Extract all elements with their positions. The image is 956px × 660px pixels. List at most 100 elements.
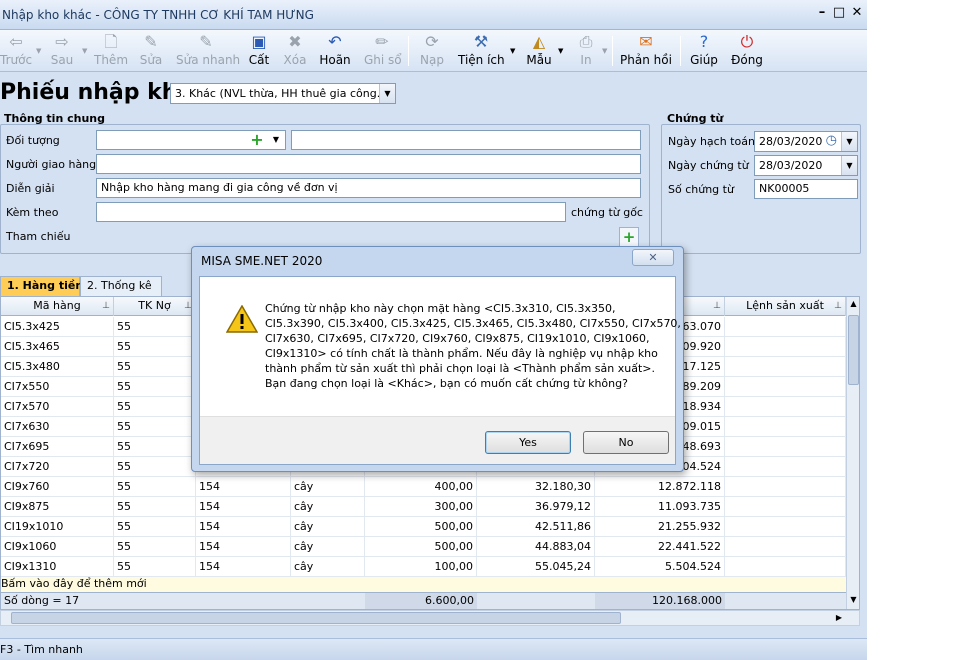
vertical-scrollbar[interactable]: ▲ ▼	[846, 297, 859, 609]
cell-debit[interactable]: 55	[114, 457, 196, 477]
utilities-button[interactable]: ⚒ Tiện ích ▼	[458, 30, 515, 72]
load-button[interactable]: ⟳ Nạp	[418, 30, 446, 72]
close-window-button[interactable]: ✕	[850, 5, 864, 21]
cell-amount[interactable]: 11.093.735	[595, 497, 725, 517]
pin-icon[interactable]: ⊥	[713, 297, 721, 315]
cell-credit[interactable]: 154	[196, 477, 291, 497]
cell-price[interactable]: 42.511,86	[477, 517, 595, 537]
cell-debit[interactable]: 55	[114, 417, 196, 437]
cell-price[interactable]: 44.883,04	[477, 537, 595, 557]
cell-credit[interactable]: 154	[196, 497, 291, 517]
cell-unit[interactable]: cây	[291, 557, 365, 577]
voucher-no-input[interactable]: NK00005	[754, 179, 858, 199]
cell-debit[interactable]: 55	[114, 537, 196, 557]
dialog-close-button[interactable]: ✕	[632, 249, 674, 266]
back-button[interactable]: ⇦ Trước ▼	[0, 30, 41, 72]
cell-order[interactable]	[725, 437, 846, 457]
chevron-down-icon[interactable]: ▼	[841, 132, 857, 151]
vertical-scroll-thumb[interactable]	[848, 315, 859, 385]
deliverer-input[interactable]	[96, 154, 641, 174]
cell-credit[interactable]: 154	[196, 517, 291, 537]
cell-price[interactable]: 55.045,24	[477, 557, 595, 577]
cell-code[interactable]: CI9x1310	[1, 557, 114, 577]
table-row[interactable]: CI9x760 55 154 cây 400,00 32.180,30 12.872.118	[1, 477, 846, 497]
cell-order[interactable]	[725, 337, 846, 357]
cell-amount[interactable]: 12.872.118	[595, 477, 725, 497]
cell-debit[interactable]: 55	[114, 557, 196, 577]
cell-order[interactable]	[725, 397, 846, 417]
cell-debit[interactable]: 55	[114, 337, 196, 357]
cell-qty[interactable]: 400,00	[365, 477, 477, 497]
cell-unit[interactable]: cây	[291, 477, 365, 497]
save-button[interactable]: ▣ Cất	[246, 30, 272, 72]
edit-button[interactable]: ✎ Sửa	[137, 30, 165, 72]
clock-icon[interactable]: ◷	[826, 133, 837, 149]
cell-debit[interactable]: 55	[114, 517, 196, 537]
cell-unit[interactable]: cây	[291, 537, 365, 557]
template-button[interactable]: ◭ Mẫu ▼	[524, 30, 563, 72]
cell-credit[interactable]: 154	[196, 557, 291, 577]
cell-order[interactable]	[725, 417, 846, 437]
horizontal-scrollbar[interactable]: ▶	[0, 610, 860, 626]
cell-debit[interactable]: 55	[114, 317, 196, 337]
header-production-order[interactable]: Lệnh sản xuất ⊥	[725, 297, 846, 316]
quick-edit-button[interactable]: ✎ Sửa nhanh	[176, 30, 240, 72]
horizontal-scroll-thumb[interactable]	[11, 612, 621, 624]
undo-button[interactable]: ↶ Hoãn	[318, 30, 352, 72]
cell-unit[interactable]: cây	[291, 497, 365, 517]
cell-debit[interactable]: 55	[114, 437, 196, 457]
cell-code[interactable]: CI9x1060	[1, 537, 114, 557]
yes-button[interactable]: Yes	[485, 431, 571, 454]
posting-date-input[interactable]: 28/03/2020 ◷ ▼	[754, 131, 858, 152]
scroll-down-icon[interactable]: ▼	[847, 595, 859, 604]
cell-code[interactable]: CI7x630	[1, 417, 114, 437]
cell-order[interactable]	[725, 317, 846, 337]
cell-code[interactable]: CI7x720	[1, 457, 114, 477]
cell-code[interactable]: CI7x550	[1, 377, 114, 397]
cell-price[interactable]: 32.180,30	[477, 477, 595, 497]
cell-code[interactable]: CI5.3x480	[1, 357, 114, 377]
cell-order[interactable]	[725, 497, 846, 517]
cell-code[interactable]: CI7x570	[1, 397, 114, 417]
help-button[interactable]: ? Giúp	[688, 30, 720, 72]
cell-qty[interactable]: 300,00	[365, 497, 477, 517]
maximize-button[interactable]: □	[832, 5, 846, 21]
scroll-right-icon[interactable]: ▶	[833, 611, 845, 625]
delete-button[interactable]: ✖ Xóa	[282, 30, 308, 72]
cell-code[interactable]: CI9x760	[1, 477, 114, 497]
cell-code[interactable]: CI7x695	[1, 437, 114, 457]
no-button[interactable]: No	[583, 431, 669, 454]
forward-button[interactable]: ⇨ Sau ▼	[46, 30, 88, 72]
feedback-button[interactable]: ✉ Phản hồi	[620, 30, 672, 72]
chevron-down-icon[interactable]: ▼	[268, 131, 284, 149]
tab-items[interactable]: 1. Hàng tiền	[0, 276, 83, 296]
pin-icon[interactable]: ⊥	[834, 297, 842, 315]
minimize-button[interactable]: –	[815, 5, 829, 21]
table-row[interactable]: CI19x1010 55 154 cây 500,00 42.511,86 21.255.9…	[1, 517, 846, 537]
post-button[interactable]: ✏ Ghi sổ	[364, 30, 402, 72]
cell-code[interactable]: CI5.3x465	[1, 337, 114, 357]
voucher-date-input[interactable]: 28/03/2020 ▼	[754, 155, 858, 176]
voucher-type-select[interactable]: 3. Khác (NVL thừa, HH thuê gia công... ▼	[170, 83, 396, 104]
tab-statistics[interactable]: 2. Thống kê	[80, 276, 162, 296]
cell-amount[interactable]: 21.255.932	[595, 517, 725, 537]
cell-order[interactable]	[725, 457, 846, 477]
cell-qty[interactable]: 100,00	[365, 557, 477, 577]
table-row[interactable]: CI9x1060 55 154 cây 500,00 44.883,04 22.441.52…	[1, 537, 846, 557]
cell-price[interactable]: 36.979,12	[477, 497, 595, 517]
table-row[interactable]: CI9x1310 55 154 cây 100,00 55.045,24 5.504.524	[1, 557, 846, 577]
cell-credit[interactable]: 154	[196, 537, 291, 557]
cell-amount[interactable]: 22.441.522	[595, 537, 725, 557]
cell-debit[interactable]: 55	[114, 397, 196, 417]
add-reference-icon[interactable]: +	[619, 227, 639, 247]
cell-order[interactable]	[725, 557, 846, 577]
add-new-row[interactable]: Bấm vào đây để thêm mới	[1, 577, 846, 592]
cell-unit[interactable]: cây	[291, 517, 365, 537]
cell-code[interactable]: CI19x1010	[1, 517, 114, 537]
cell-amount[interactable]: 5.504.524	[595, 557, 725, 577]
cell-debit[interactable]: 55	[114, 497, 196, 517]
cell-order[interactable]	[725, 377, 846, 397]
close-form-button[interactable]: ⏻ Đóng	[730, 30, 764, 72]
cell-code[interactable]: CI9x875	[1, 497, 114, 517]
cell-order[interactable]	[725, 477, 846, 497]
